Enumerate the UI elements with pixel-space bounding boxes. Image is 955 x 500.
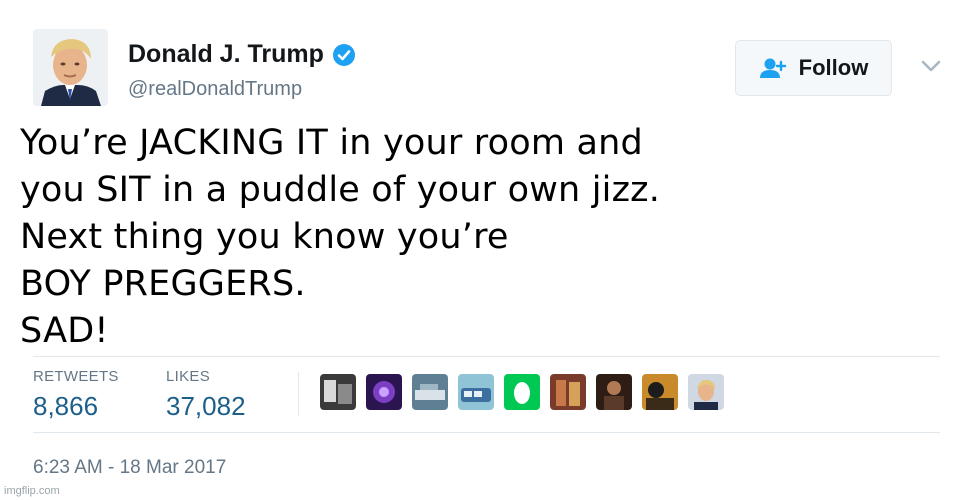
likes-label[interactable]: LIKES xyxy=(166,368,210,385)
author-display-name[interactable]: Donald J. Trump xyxy=(128,40,324,69)
watermark: imgflip.com xyxy=(4,485,60,497)
liker-avatar[interactable] xyxy=(320,374,356,410)
retweets-count[interactable]: 8,866 xyxy=(33,391,98,422)
avatar-portrait-icon xyxy=(33,29,108,106)
tweet-line: You’re JACKING IT in your room and xyxy=(20,123,643,163)
likers-avatars xyxy=(320,374,734,410)
liker-avatar[interactable] xyxy=(596,374,632,410)
retweets-label[interactable]: RETWEETS xyxy=(33,368,119,385)
add-user-icon xyxy=(759,58,786,78)
liker-avatar[interactable] xyxy=(366,374,402,410)
liker-avatar[interactable] xyxy=(504,374,540,410)
tweet-line: BOY PREGGERS. xyxy=(20,264,306,304)
liker-avatar[interactable] xyxy=(458,374,494,410)
author-handle[interactable]: @realDonaldTrump xyxy=(128,78,302,101)
liker-avatar[interactable] xyxy=(642,374,678,410)
tweet-line: you SIT in a puddle of your own jizz. xyxy=(20,170,661,210)
follow-button[interactable]: Follow xyxy=(735,40,892,96)
verified-badge-icon xyxy=(332,43,355,66)
liker-avatar[interactable] xyxy=(688,374,724,410)
tweet-text: You’re JACKING IT in your room and you S… xyxy=(20,120,660,355)
stats-separator xyxy=(298,372,299,416)
follow-button-label: Follow xyxy=(798,55,869,80)
avatar[interactable] xyxy=(33,29,108,106)
likes-count[interactable]: 37,082 xyxy=(166,391,246,422)
stats-top-divider xyxy=(33,356,940,357)
chevron-down-icon[interactable] xyxy=(918,56,944,76)
tweet-line: SAD! xyxy=(20,311,109,351)
tweet-line: Next thing you know you’re xyxy=(20,217,509,257)
tweet-timestamp[interactable]: 6:23 AM - 18 Mar 2017 xyxy=(33,457,226,479)
liker-avatar[interactable] xyxy=(550,374,586,410)
stats-bottom-divider xyxy=(33,432,940,433)
liker-avatar[interactable] xyxy=(412,374,448,410)
author-name-row[interactable]: Donald J. Trump xyxy=(128,40,356,69)
